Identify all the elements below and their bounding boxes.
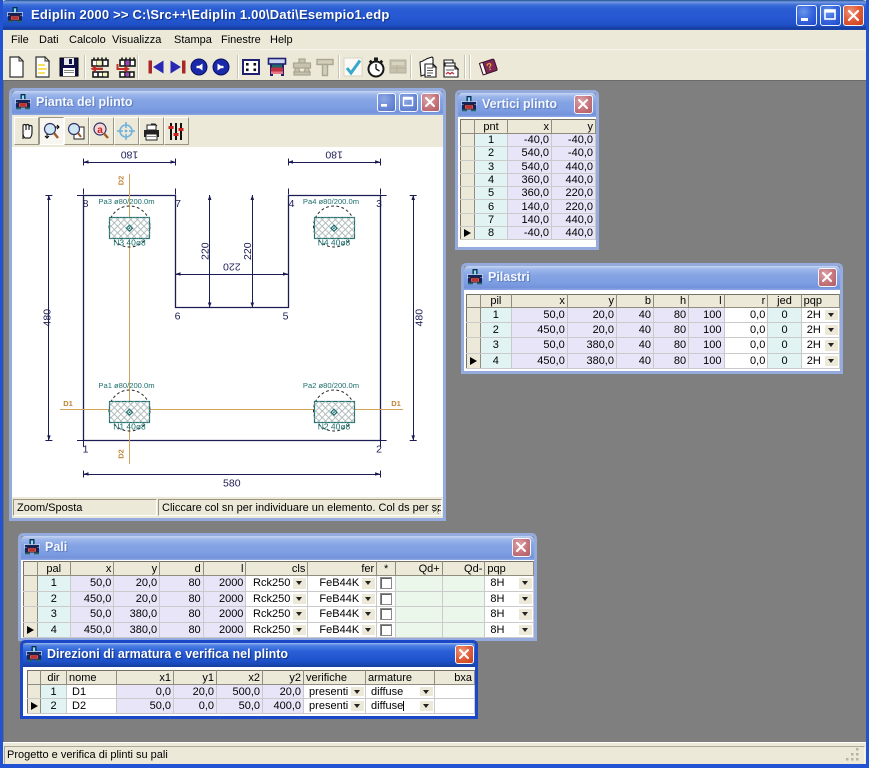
svg-text:D2: D2 — [117, 176, 126, 186]
svg-text:N3 40ø8: N3 40ø8 — [113, 238, 146, 248]
svg-text:480: 480 — [414, 309, 426, 327]
svg-text:8: 8 — [83, 198, 89, 210]
svg-text:Pa3 ø80/200.0m: Pa3 ø80/200.0m — [98, 197, 154, 206]
svg-text:N2 40ø8: N2 40ø8 — [318, 422, 351, 432]
svg-text:3: 3 — [376, 198, 382, 210]
svg-text:220: 220 — [200, 242, 212, 260]
svg-text:220: 220 — [223, 261, 241, 273]
svg-text:a: a — [97, 125, 103, 136]
svg-text:6: 6 — [175, 311, 181, 323]
svg-text:480: 480 — [41, 309, 53, 327]
svg-text:4: 4 — [289, 198, 295, 210]
svg-text:D1: D1 — [63, 399, 73, 408]
svg-text:Pa4 ø80/200.0m: Pa4 ø80/200.0m — [303, 197, 359, 206]
svg-text:D2: D2 — [117, 449, 126, 459]
svg-text:2: 2 — [376, 443, 382, 455]
svg-text:7: 7 — [175, 198, 181, 210]
svg-text:580: 580 — [223, 478, 241, 490]
svg-text:Pa2 ø80/200.0m: Pa2 ø80/200.0m — [303, 381, 359, 390]
svg-text:N4 40ø8: N4 40ø8 — [318, 238, 351, 248]
svg-text:N1 40ø8: N1 40ø8 — [113, 422, 146, 432]
svg-text:5: 5 — [283, 311, 289, 323]
svg-text:220: 220 — [242, 242, 254, 260]
svg-text:Pa1 ø80/200.0m: Pa1 ø80/200.0m — [98, 381, 154, 390]
svg-text:180: 180 — [325, 149, 343, 161]
svg-text:D1: D1 — [391, 399, 401, 408]
svg-text:180: 180 — [121, 149, 139, 161]
svg-text:1: 1 — [83, 443, 89, 455]
